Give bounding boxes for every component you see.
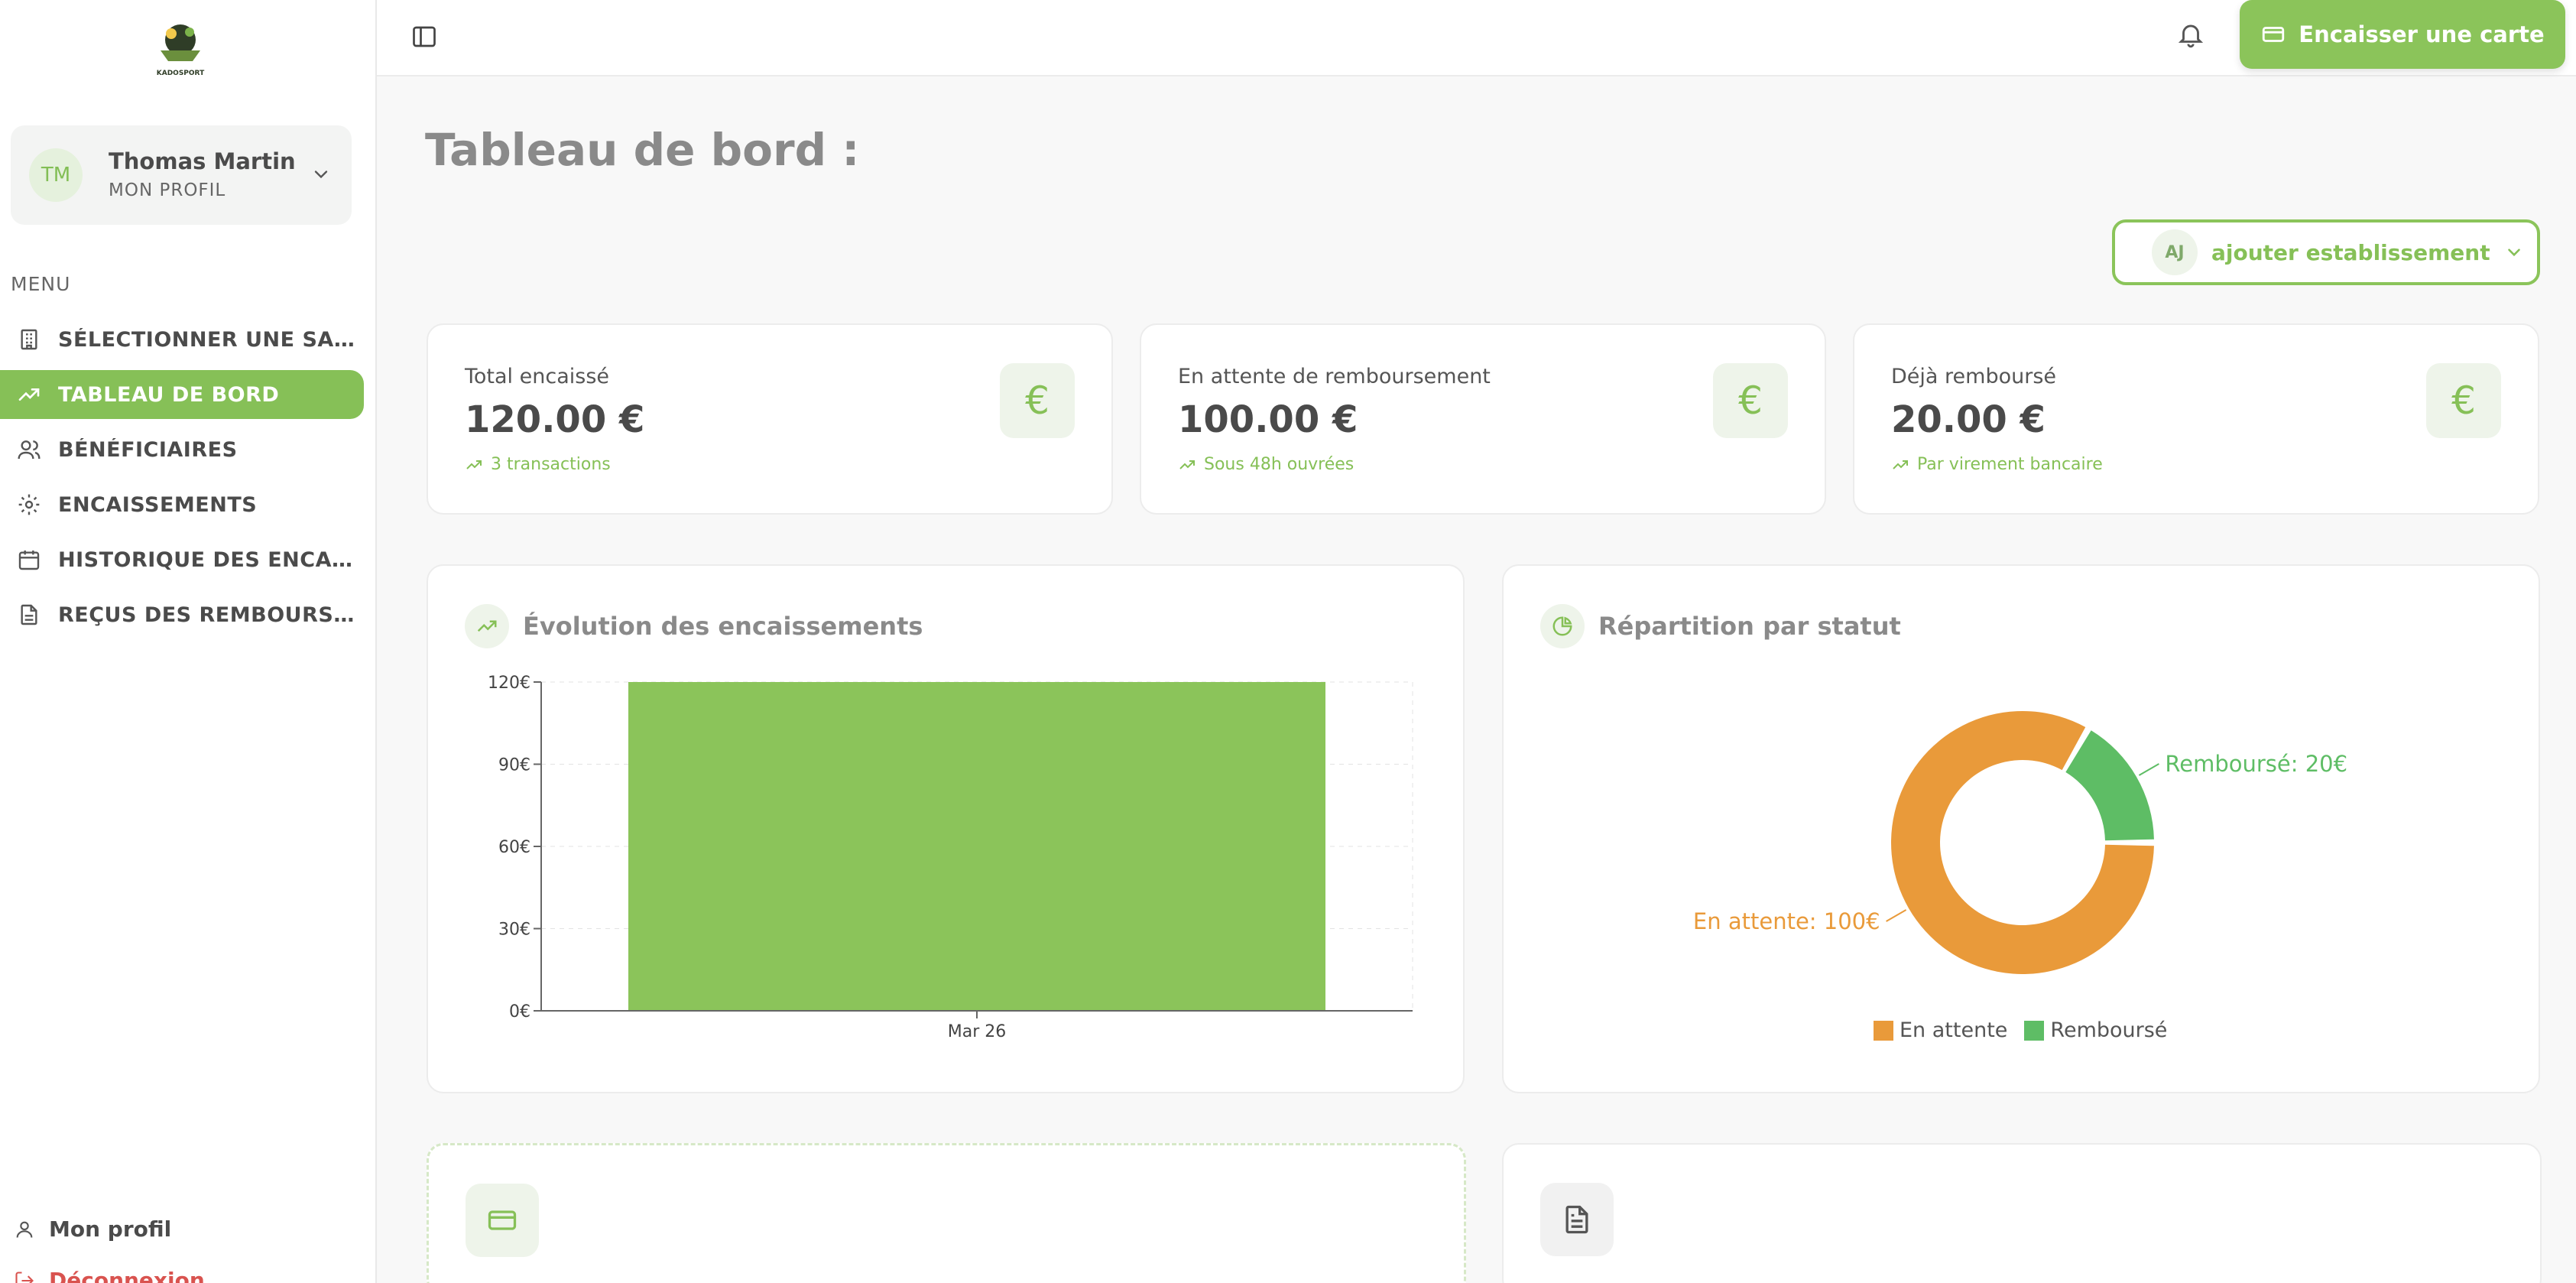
logout-link[interactable]: Déconnexion xyxy=(14,1268,205,1283)
repartition-donut-chart: En attente: 100€ Remboursé: 20€ xyxy=(1693,711,2347,974)
gear-icon xyxy=(18,494,40,515)
legend-item-pending[interactable]: En attente xyxy=(1874,1018,2007,1042)
profile-card[interactable]: TM Thomas Martin MON PROFIL xyxy=(11,125,352,225)
repartition-panel: Répartition par statut En attente: 100€ R… xyxy=(1502,564,2540,1093)
cash-card-label: Encaisser une carte xyxy=(2299,21,2545,47)
receipts-panel[interactable] xyxy=(1502,1143,2542,1283)
label-connector xyxy=(1886,909,1907,922)
euro-icon: € xyxy=(1713,363,1788,438)
stat-footnote-text: Par virement bancaire xyxy=(1917,455,2103,474)
sidebar-item-label: REÇUS DES REMBOURSEMENTS xyxy=(58,603,356,627)
profile-subtitle: MON PROFIL xyxy=(109,180,226,200)
credit-card-icon xyxy=(2263,27,2285,42)
chevron-down-icon xyxy=(2507,248,2520,257)
y-tick-label: 120€ xyxy=(488,674,530,693)
bell-icon[interactable] xyxy=(2176,20,2205,49)
sidebar-nav: SÉLECTIONNER UNE SALLE TABLEAU DE BORD B… xyxy=(0,315,364,645)
legend-label: Remboursé xyxy=(2050,1018,2168,1042)
credit-card-icon xyxy=(466,1184,539,1257)
legend-label: En attente xyxy=(1900,1018,2008,1042)
establishment-selector[interactable]: AJ ajouter establissement xyxy=(2112,219,2540,285)
user-icon xyxy=(16,1221,33,1238)
svg-text:KADOSPORT: KADOSPORT xyxy=(157,70,205,77)
users-icon xyxy=(18,440,41,460)
y-tick-label: 30€ xyxy=(498,921,530,940)
trending-up-icon xyxy=(466,460,482,469)
profile-link-label: Mon profil xyxy=(49,1216,172,1242)
file-text-icon xyxy=(21,604,37,625)
stat-footnote: 3 transactions xyxy=(465,455,611,474)
stat-footnote-text: 3 transactions xyxy=(491,455,611,474)
stat-card-refunded: Déjà remboursé 20.00 € Par virement banc… xyxy=(1853,323,2539,515)
sidebar-profile-link[interactable]: Mon profil xyxy=(14,1216,171,1242)
sidebar-item-dashboard[interactable]: TABLEAU DE BORD xyxy=(0,370,364,419)
sidebar-item-beneficiaries[interactable]: BÉNÉFICIAIRES xyxy=(0,425,364,474)
trending-up-icon xyxy=(18,388,40,401)
sidebar-item-receipts[interactable]: REÇUS DES REMBOURSEMENTS xyxy=(0,590,364,639)
stat-footnote: Par virement bancaire xyxy=(1891,455,2103,474)
sidebar-item-label: HISTORIQUE DES ENCAISSEMENTS xyxy=(58,547,356,572)
chevron-down-icon xyxy=(314,171,328,179)
y-tick-label: 90€ xyxy=(498,756,530,775)
stat-label: Total encaissé xyxy=(465,365,609,388)
sidebar-item-label: TABLEAU DE BORD xyxy=(58,382,280,407)
x-tick-label: Mar 26 xyxy=(948,1022,1007,1041)
sidebar-toggle-icon[interactable] xyxy=(410,23,438,50)
legend-swatch xyxy=(1874,1020,1893,1041)
slice-label: En attente: 100€ xyxy=(1693,908,1880,934)
legend-swatch xyxy=(2024,1020,2045,1041)
logout-label: Déconnexion xyxy=(49,1268,205,1283)
file-text-icon xyxy=(1540,1183,1614,1256)
stat-footnote: Sous 48h ouvrées xyxy=(1178,455,1354,474)
slice-label: Remboursé: 20€ xyxy=(2165,751,2347,777)
stat-footnote-text: Sous 48h ouvrées xyxy=(1204,455,1355,474)
stat-value: 120.00 € xyxy=(465,398,645,441)
trending-up-icon xyxy=(1893,460,1908,469)
evolution-panel: Évolution des encaissements 0€ 30€ 60€ 90€ 1… xyxy=(427,564,1465,1093)
calendar-icon xyxy=(18,551,40,570)
chart-legend: En attente Remboursé xyxy=(1874,1018,2167,1042)
trending-up-icon xyxy=(1179,460,1195,469)
stat-card-pending: En attente de remboursement 100.00 € Sou… xyxy=(1140,323,1826,515)
sidebar-item-select-room[interactable]: SÉLECTIONNER UNE SALLE xyxy=(0,315,364,364)
euro-icon: € xyxy=(2426,363,2501,438)
cash-card-button[interactable]: Encaisser une carte xyxy=(2240,0,2565,69)
stat-value: 20.00 € xyxy=(1891,398,2046,441)
sidebar: KADOSPORT TM Thomas Martin MON PROFIL ME… xyxy=(0,0,377,1283)
y-tick-label: 60€ xyxy=(498,838,530,857)
sidebar-item-history[interactable]: HISTORIQUE DES ENCAISSEMENTS xyxy=(0,535,364,584)
establishment-label: ajouter establissement xyxy=(2211,239,2490,265)
donut-slice[interactable] xyxy=(2065,730,2154,841)
menu-title: MENU xyxy=(11,273,71,295)
stat-label: Déjà remboursé xyxy=(1891,365,2056,388)
label-connector xyxy=(2138,763,2159,776)
evolution-bar-chart: 0€ 30€ 60€ 90€ 120€ Mar 26 xyxy=(488,674,1413,1041)
stat-label: En attente de remboursement xyxy=(1178,365,1491,388)
building-icon xyxy=(21,329,37,350)
sidebar-item-label: BÉNÉFICIAIRES xyxy=(58,437,238,462)
establishment-avatar: AJ xyxy=(2152,229,2198,275)
profile-name: Thomas Martin xyxy=(109,148,296,174)
sidebar-item-cashings[interactable]: ENCAISSEMENTS xyxy=(0,480,364,529)
sidebar-item-label: SÉLECTIONNER UNE SALLE xyxy=(58,327,356,352)
stat-value: 100.00 € xyxy=(1178,398,1358,441)
euro-icon: € xyxy=(1000,363,1075,438)
top-bar: Encaisser une carte xyxy=(377,0,2576,76)
y-tick-label: 0€ xyxy=(509,1002,530,1022)
sidebar-item-label: ENCAISSEMENTS xyxy=(58,492,258,517)
page-title: Tableau de bord : xyxy=(425,124,860,176)
stat-card-total: Total encaissé 120.00 € 3 transactions € xyxy=(427,323,1113,515)
app-logo[interactable]: KADOSPORT xyxy=(150,17,211,81)
bar[interactable] xyxy=(628,682,1325,1011)
avatar: TM xyxy=(29,148,83,202)
legend-item-refunded[interactable]: Remboursé xyxy=(2024,1018,2167,1042)
cash-card-panel[interactable] xyxy=(427,1143,1466,1283)
logout-icon xyxy=(15,1271,34,1283)
